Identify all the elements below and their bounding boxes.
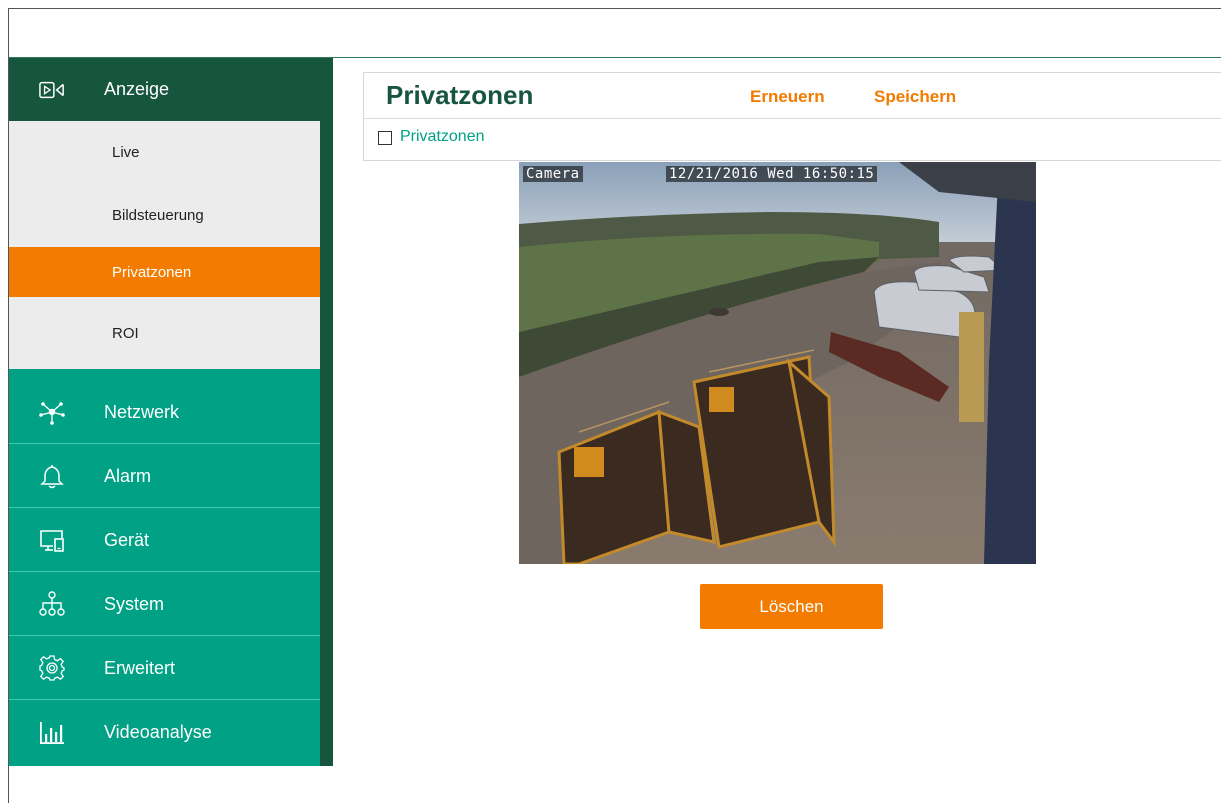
display-icon [39,77,65,103]
sidebar-edge [320,58,333,766]
camera-image [519,162,1036,564]
submenu-item-roi[interactable]: ROI [9,297,320,369]
refresh-button[interactable]: Erneuern [750,87,825,107]
sidebar-item-erweitert[interactable]: Erweitert [9,637,320,700]
submenu-item-live[interactable]: Live [9,121,320,184]
device-icon [39,527,65,553]
sidebar-item-label: System [104,593,165,614]
submenu-item-bildsteuerung[interactable]: Bildsteuerung [9,184,320,247]
sidebar-item-label: Erweitert [104,657,176,678]
delete-button[interactable]: Löschen [700,584,883,629]
sidebar-submenu: Live Bildsteuerung Privatzonen ROI [9,121,320,369]
sidebar-item-label: Gerät [104,529,150,550]
camera-name-overlay: Camera [523,166,583,182]
sidebar-item-system[interactable]: System [9,573,320,636]
enable-row: Privatzonen [364,119,1221,161]
camera-timestamp-overlay: 12/21/2016 Wed 16:50:15 [666,166,878,182]
panel-header: Privatzonen Erneuern Speichern [364,73,1221,119]
bar-chart-icon [39,720,65,746]
privacy-zone-panel: Privatzonen Erneuern Speichern Privatzon… [363,72,1221,161]
network-icon [39,399,65,425]
sidebar-item-anzeige[interactable]: Anzeige [9,58,320,121]
privacy-zone-checkbox[interactable] [378,131,392,145]
save-button[interactable]: Speichern [874,87,956,107]
gear-icon [39,655,65,681]
sidebar-item-label: Netzwerk [104,401,180,422]
sidebar-item-geraet[interactable]: Gerät [9,509,320,572]
bell-icon [39,463,65,489]
sidebar-item-alarm[interactable]: Alarm [9,445,320,508]
privacy-zone-checkbox-label[interactable]: Privatzonen [400,128,485,146]
sidebar-item-label: Anzeige [104,79,170,99]
sidebar-item-label: Videoanalyse [104,722,212,742]
sidebar-item-label: Alarm [104,465,152,486]
sidebar: Anzeige Live Bildsteuerung Privatzonen R… [9,58,320,766]
submenu-item-privatzonen[interactable]: Privatzonen [9,247,320,297]
sidebar-item-netzwerk[interactable]: Netzwerk [9,381,320,444]
camera-preview[interactable]: Camera 12/21/2016 Wed 16:50:15 [519,162,1036,564]
page-title: Privatzonen [386,80,534,110]
sidebar-item-videoanalyse[interactable]: Videoanalyse [9,701,320,764]
hierarchy-icon [39,591,65,617]
